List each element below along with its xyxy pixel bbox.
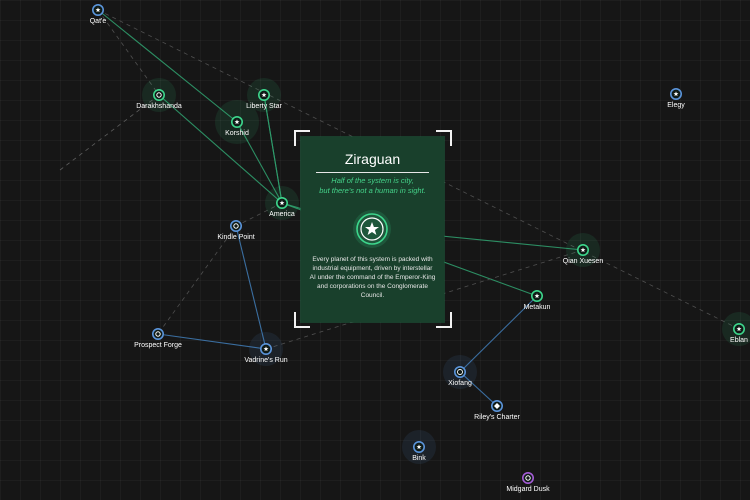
system-label-liberty-star: Liberty Star: [246, 103, 282, 110]
system-label-america: America: [269, 211, 295, 218]
system-info-card[interactable]: Ziraguan Half of the system is city, but…: [301, 137, 444, 322]
card-divider: [316, 172, 429, 173]
system-label-metakun: Metakun: [524, 304, 551, 311]
system-label-darakhshanda: Darakhshanda: [136, 103, 182, 110]
card-quote: Half of the system is city, but there's …: [307, 176, 438, 196]
card-quote-line-2: but there's not a human in sight.: [319, 186, 426, 195]
system-node-metakun[interactable]: Metakun: [524, 289, 551, 311]
system-label-qat-e: Qat'e: [90, 18, 107, 25]
system-label-bink: Bink: [412, 455, 426, 462]
system-node-kindle-point[interactable]: Kindle Point: [217, 220, 255, 241]
system-node-elegy[interactable]: Elegy: [667, 88, 685, 109]
system-label-eblan: Eblan: [730, 337, 748, 344]
system-label-prospect-forge: Prospect Forge: [134, 342, 182, 349]
system-label-qian-xuesen: Qian Xuesen: [563, 258, 604, 265]
hyperlane-kindle-point-vadrine-s-run: [235, 225, 267, 350]
system-node-riley-s-charter[interactable]: Riley's Charter: [474, 399, 521, 421]
system-label-riley-s-charter: Riley's Charter: [474, 414, 520, 421]
card-title: Ziraguan: [344, 151, 401, 167]
system-label-xiofang: Xiofang: [448, 380, 472, 387]
card-description: Every planet of this system is packed wi…: [309, 256, 436, 299]
star-emblem-icon: [353, 210, 391, 248]
system-label-elegy: Elegy: [667, 102, 685, 109]
system-node-midgard-dusk[interactable]: Midgard Dusk: [506, 471, 550, 493]
system-label-korshid: Korshid: [225, 130, 249, 137]
system-label-kindle-point: Kindle Point: [217, 234, 254, 241]
system-label-midgard-dusk: Midgard Dusk: [506, 486, 550, 493]
system-node-prospect-forge[interactable]: Prospect Forge: [134, 327, 182, 349]
card-quote-line-1: Half of the system is city,: [331, 176, 414, 185]
hyperlane-kindle-point-prospect-forge: [157, 225, 237, 335]
system-label-vadrine-s-run: Vadrine's Run: [244, 357, 287, 364]
